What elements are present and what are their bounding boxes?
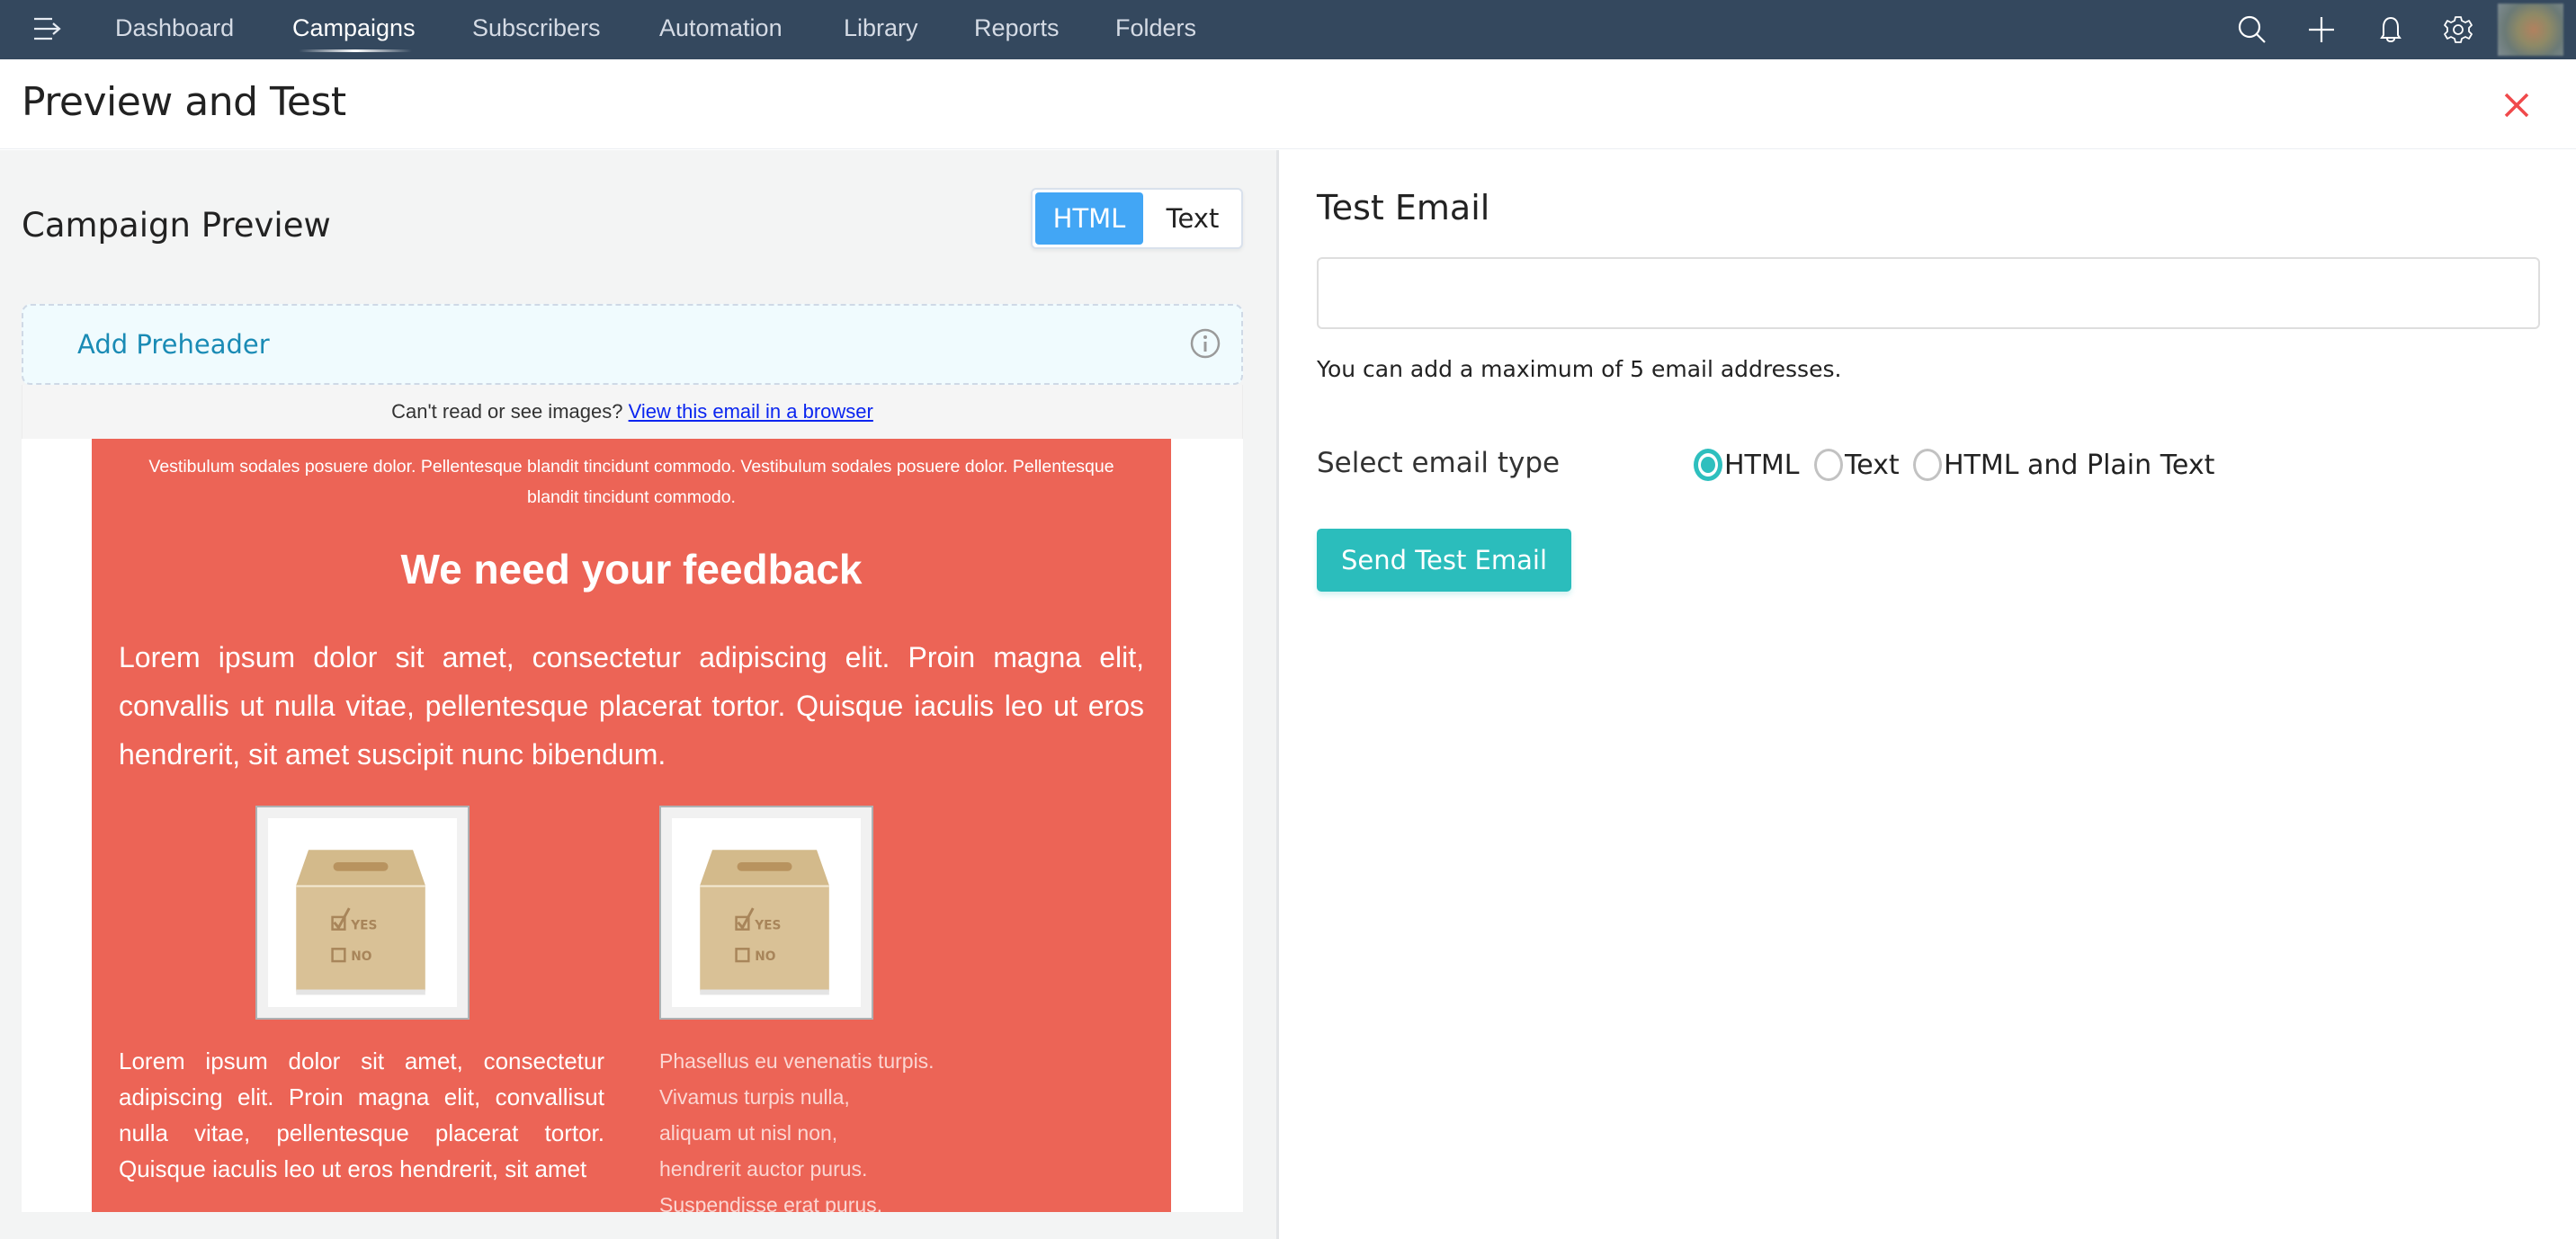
right-column-line: aliquam ut nisl non, bbox=[659, 1121, 838, 1145]
svg-text:NO: NO bbox=[755, 949, 775, 964]
test-email-title: Test Email bbox=[1317, 188, 1490, 227]
preheader-box[interactable]: Add Preheader bbox=[22, 304, 1243, 385]
radio-checked-icon[interactable] bbox=[1694, 449, 1722, 481]
svg-text:YES: YES bbox=[350, 919, 377, 933]
right-column-line: Suspendisse erat purus. bbox=[659, 1193, 883, 1212]
right-column-line: Phasellus eu venenatis turpis. bbox=[659, 1049, 935, 1073]
ballot-box-icon: YES NO bbox=[296, 850, 425, 995]
campaign-preview-panel: Campaign Preview HTML Text Add Preheader… bbox=[0, 150, 1279, 1239]
ballot-box-icon: YES NO bbox=[700, 850, 829, 995]
test-email-panel: Test Email You can add a maximum of 5 em… bbox=[1282, 150, 2576, 1239]
feedback-box-image: YES NO bbox=[659, 806, 873, 1020]
email-left-column-text: Lorem ipsum dolor sit amet, consectetur … bbox=[119, 1047, 604, 1182]
info-icon[interactable] bbox=[1189, 327, 1221, 360]
bell-icon[interactable] bbox=[2374, 13, 2408, 47]
nav-folders[interactable]: Folders bbox=[1115, 14, 1196, 42]
user-avatar[interactable] bbox=[2498, 4, 2563, 56]
view-in-browser-bar: Can't read or see images? View this emai… bbox=[22, 385, 1243, 439]
close-icon[interactable] bbox=[2499, 87, 2535, 123]
radio-html-and-plain-text[interactable]: HTML and Plain Text bbox=[1913, 449, 2214, 481]
menu-icon[interactable] bbox=[32, 16, 63, 41]
email-body-text: Lorem ipsum dolor sit amet, consectetur … bbox=[119, 641, 1144, 771]
svg-text:NO: NO bbox=[351, 949, 371, 964]
radio-unchecked-icon[interactable] bbox=[1913, 449, 1942, 481]
plus-icon[interactable] bbox=[2304, 13, 2339, 47]
search-icon[interactable] bbox=[2235, 13, 2269, 47]
add-preheader-link[interactable]: Add Preheader bbox=[77, 329, 270, 360]
campaign-preview-title: Campaign Preview bbox=[22, 206, 331, 245]
preview-format-toggle: HTML Text bbox=[1031, 188, 1243, 249]
radio-label: Text bbox=[1845, 449, 1900, 481]
test-email-input[interactable] bbox=[1317, 257, 2540, 329]
email-heading: We need your feedback bbox=[400, 546, 863, 593]
email-content: Vestibulum sodales posuere dolor. Pellen… bbox=[92, 439, 1171, 1212]
title-bar: Preview and Test bbox=[0, 59, 2576, 149]
max-emails-help-text: You can add a maximum of 5 email address… bbox=[1317, 356, 1842, 382]
gear-icon[interactable] bbox=[2441, 13, 2475, 47]
nav-library[interactable]: Library bbox=[844, 14, 918, 42]
email-preview-frame[interactable]: Can't read or see images? View this emai… bbox=[22, 385, 1243, 1212]
radio-text[interactable]: Text bbox=[1814, 449, 1900, 481]
email-intro-text: Vestibulum sodales posuere dolor. Pellen… bbox=[148, 457, 1114, 507]
email-type-label: Select email type bbox=[1317, 447, 1561, 479]
radio-label: HTML bbox=[1724, 449, 1800, 481]
feedback-box-image: YES NO bbox=[255, 806, 470, 1020]
nav-campaigns[interactable]: Campaigns bbox=[292, 14, 416, 42]
top-nav: Dashboard Campaigns Subscribers Automati… bbox=[0, 0, 2576, 59]
cant-read-text: Can't read or see images? bbox=[391, 400, 623, 423]
right-column-line: Vivamus turpis nulla, bbox=[659, 1085, 850, 1109]
nav-dashboard[interactable]: Dashboard bbox=[115, 14, 234, 42]
page-title: Preview and Test bbox=[22, 79, 346, 125]
email-right-column-text: Phasellus eu venenatis turpis. Vivamus t… bbox=[659, 1043, 1109, 1212]
active-tab-indicator bbox=[299, 49, 412, 52]
nav-automation[interactable]: Automation bbox=[659, 14, 783, 42]
radio-unchecked-icon[interactable] bbox=[1814, 449, 1843, 481]
toggle-text-button[interactable]: Text bbox=[1148, 192, 1238, 245]
view-in-browser-link[interactable]: View this email in a browser bbox=[629, 400, 873, 423]
nav-reports[interactable]: Reports bbox=[974, 14, 1060, 42]
radio-label: HTML and Plain Text bbox=[1944, 449, 2215, 481]
toggle-html-button[interactable]: HTML bbox=[1035, 192, 1143, 245]
radio-html[interactable]: HTML bbox=[1694, 449, 1799, 481]
nav-subscribers[interactable]: Subscribers bbox=[472, 14, 601, 42]
right-column-line: hendrerit auctor purus. bbox=[659, 1157, 868, 1181]
svg-text:YES: YES bbox=[754, 919, 781, 933]
send-test-email-button[interactable]: Send Test Email bbox=[1317, 529, 1571, 592]
